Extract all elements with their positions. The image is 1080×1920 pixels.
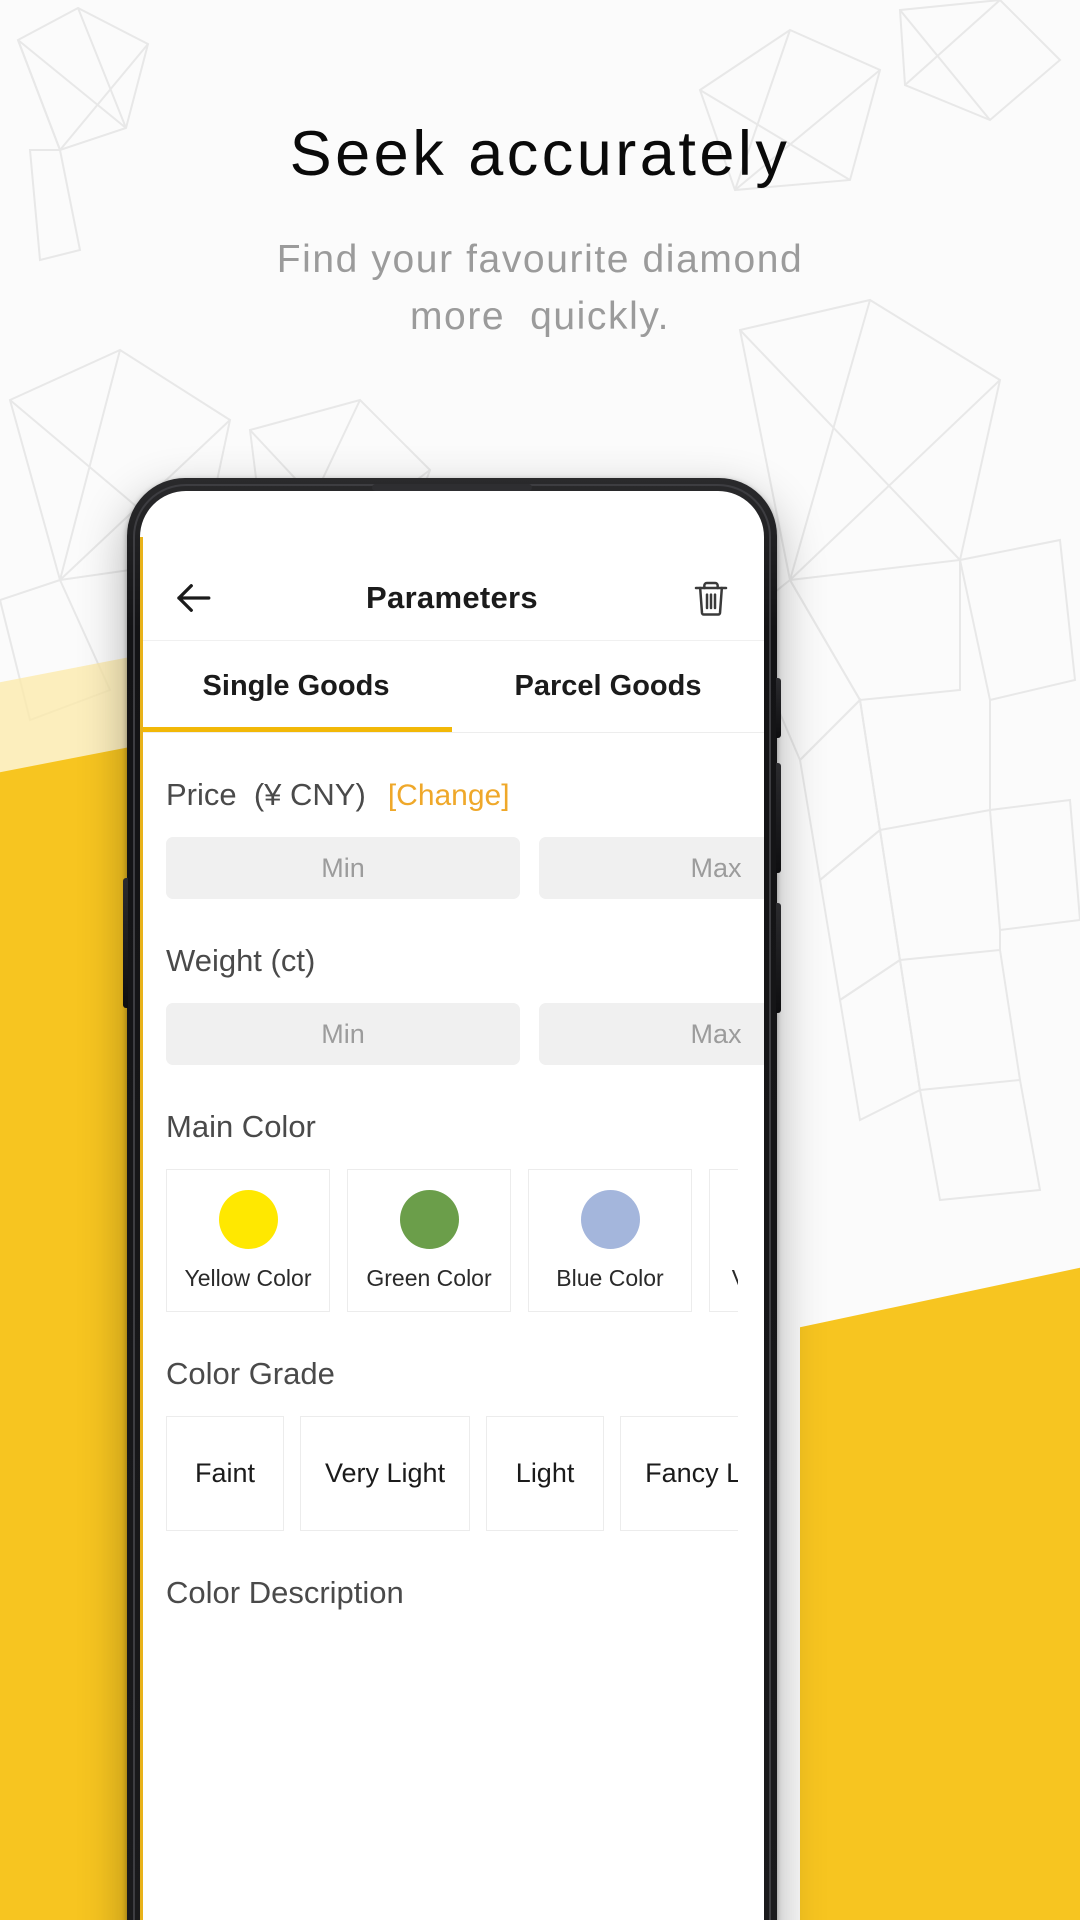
main-color-section-label: Main Color <box>166 1109 738 1145</box>
weight-range-row: Range <box>166 1003 764 1065</box>
price-label-text: Price (¥ CNY) <box>166 777 366 812</box>
blue-swatch-icon <box>580 1189 640 1249</box>
app-bar: Parameters <box>140 555 764 641</box>
color-option-label: Green Color <box>366 1264 492 1291</box>
filter-form: Price (¥ CNY) [Change] Range Weight (ct) <box>140 777 764 1611</box>
main-color-options[interactable]: Yellow Color Green Color Blue Color Viol… <box>166 1169 738 1312</box>
color-option-violet[interactable]: Violet Color <box>709 1169 738 1312</box>
phone-left-button <box>123 878 128 1008</box>
grade-option-label: Fancy Light <box>645 1458 738 1488</box>
grade-option-light[interactable]: Light <box>486 1416 605 1531</box>
phone-earpiece <box>372 484 532 491</box>
hero-subtitle-line-2: more quickly. <box>409 294 671 338</box>
color-grade-section-label: Color Grade <box>166 1356 738 1392</box>
tab-parcel-goods[interactable]: Parcel Goods <box>452 641 764 732</box>
color-option-label: Blue Color <box>556 1264 664 1291</box>
phone-mockup: Parameters Single Goods Parcel Goods Pri… <box>123 478 781 1920</box>
grade-option-label: Light <box>515 1458 575 1488</box>
grade-option-fancy-light[interactable]: Fancy Light <box>620 1416 738 1531</box>
screen-gold-edge <box>140 537 143 1920</box>
goods-type-tabs: Single Goods Parcel Goods <box>140 641 764 733</box>
status-bar-spacer <box>140 491 764 555</box>
back-button[interactable] <box>166 571 220 625</box>
hero-copy: Seek accurately Find your favourite diam… <box>0 0 1080 346</box>
weight-max-input[interactable] <box>539 1003 764 1065</box>
tab-single-goods-label: Single Goods <box>202 670 390 702</box>
promo-screenshot: Seek accurately Find your favourite diam… <box>0 0 1080 1920</box>
grade-option-faint[interactable]: Faint <box>166 1416 284 1531</box>
color-description-section-label: Color Description <box>166 1575 738 1611</box>
color-description-label-text: Color Description <box>166 1575 404 1610</box>
weight-min-input[interactable] <box>166 1003 520 1065</box>
color-option-label: Violet Color <box>732 1265 738 1292</box>
phone-volume-up-button <box>776 763 781 873</box>
color-grade-label-text: Color Grade <box>166 1356 335 1391</box>
hero-title: Seek accurately <box>289 119 791 189</box>
price-change-currency-link[interactable]: [Change] <box>388 779 510 813</box>
price-max-input[interactable] <box>539 837 764 899</box>
yellow-band-right <box>800 1255 1080 1920</box>
color-option-green[interactable]: Green Color <box>347 1169 511 1312</box>
yellow-swatch-icon <box>218 1189 278 1249</box>
price-range-row: Range <box>166 837 764 899</box>
grade-option-label: Very Light <box>325 1458 446 1488</box>
hero-subtitle-line-1: Find your favourite diamond <box>276 238 804 282</box>
clear-all-button[interactable] <box>684 571 738 625</box>
price-min-input[interactable] <box>166 837 520 899</box>
color-option-yellow[interactable]: Yellow Color <box>166 1169 330 1312</box>
hero-subtitle: Find your favourite diamond more quickly… <box>0 232 1080 345</box>
price-section-label: Price (¥ CNY) [Change] <box>166 777 738 813</box>
grade-option-very-light[interactable]: Very Light <box>300 1416 471 1531</box>
weight-label-text: Weight (ct) <box>166 943 316 978</box>
tab-parcel-goods-label: Parcel Goods <box>514 670 702 702</box>
page-title: Parameters <box>366 579 538 615</box>
phone-button-top <box>776 678 781 738</box>
phone-power-button <box>776 903 781 1013</box>
tab-single-goods[interactable]: Single Goods <box>140 641 452 732</box>
color-option-blue[interactable]: Blue Color <box>528 1169 692 1312</box>
grade-option-label: Faint <box>194 1458 256 1488</box>
tab-active-underline <box>140 727 452 732</box>
weight-section-label: Weight (ct) <box>166 943 738 979</box>
color-grade-options[interactable]: Faint Very Light Light Fancy Light Fancy <box>166 1416 738 1531</box>
phone-screen: Parameters Single Goods Parcel Goods Pri… <box>140 491 764 1920</box>
main-color-label-text: Main Color <box>166 1109 316 1144</box>
color-option-label: Yellow Color <box>184 1264 312 1291</box>
trash-icon <box>694 581 728 616</box>
green-swatch-icon <box>399 1189 459 1249</box>
arrow-left-icon <box>177 583 211 612</box>
